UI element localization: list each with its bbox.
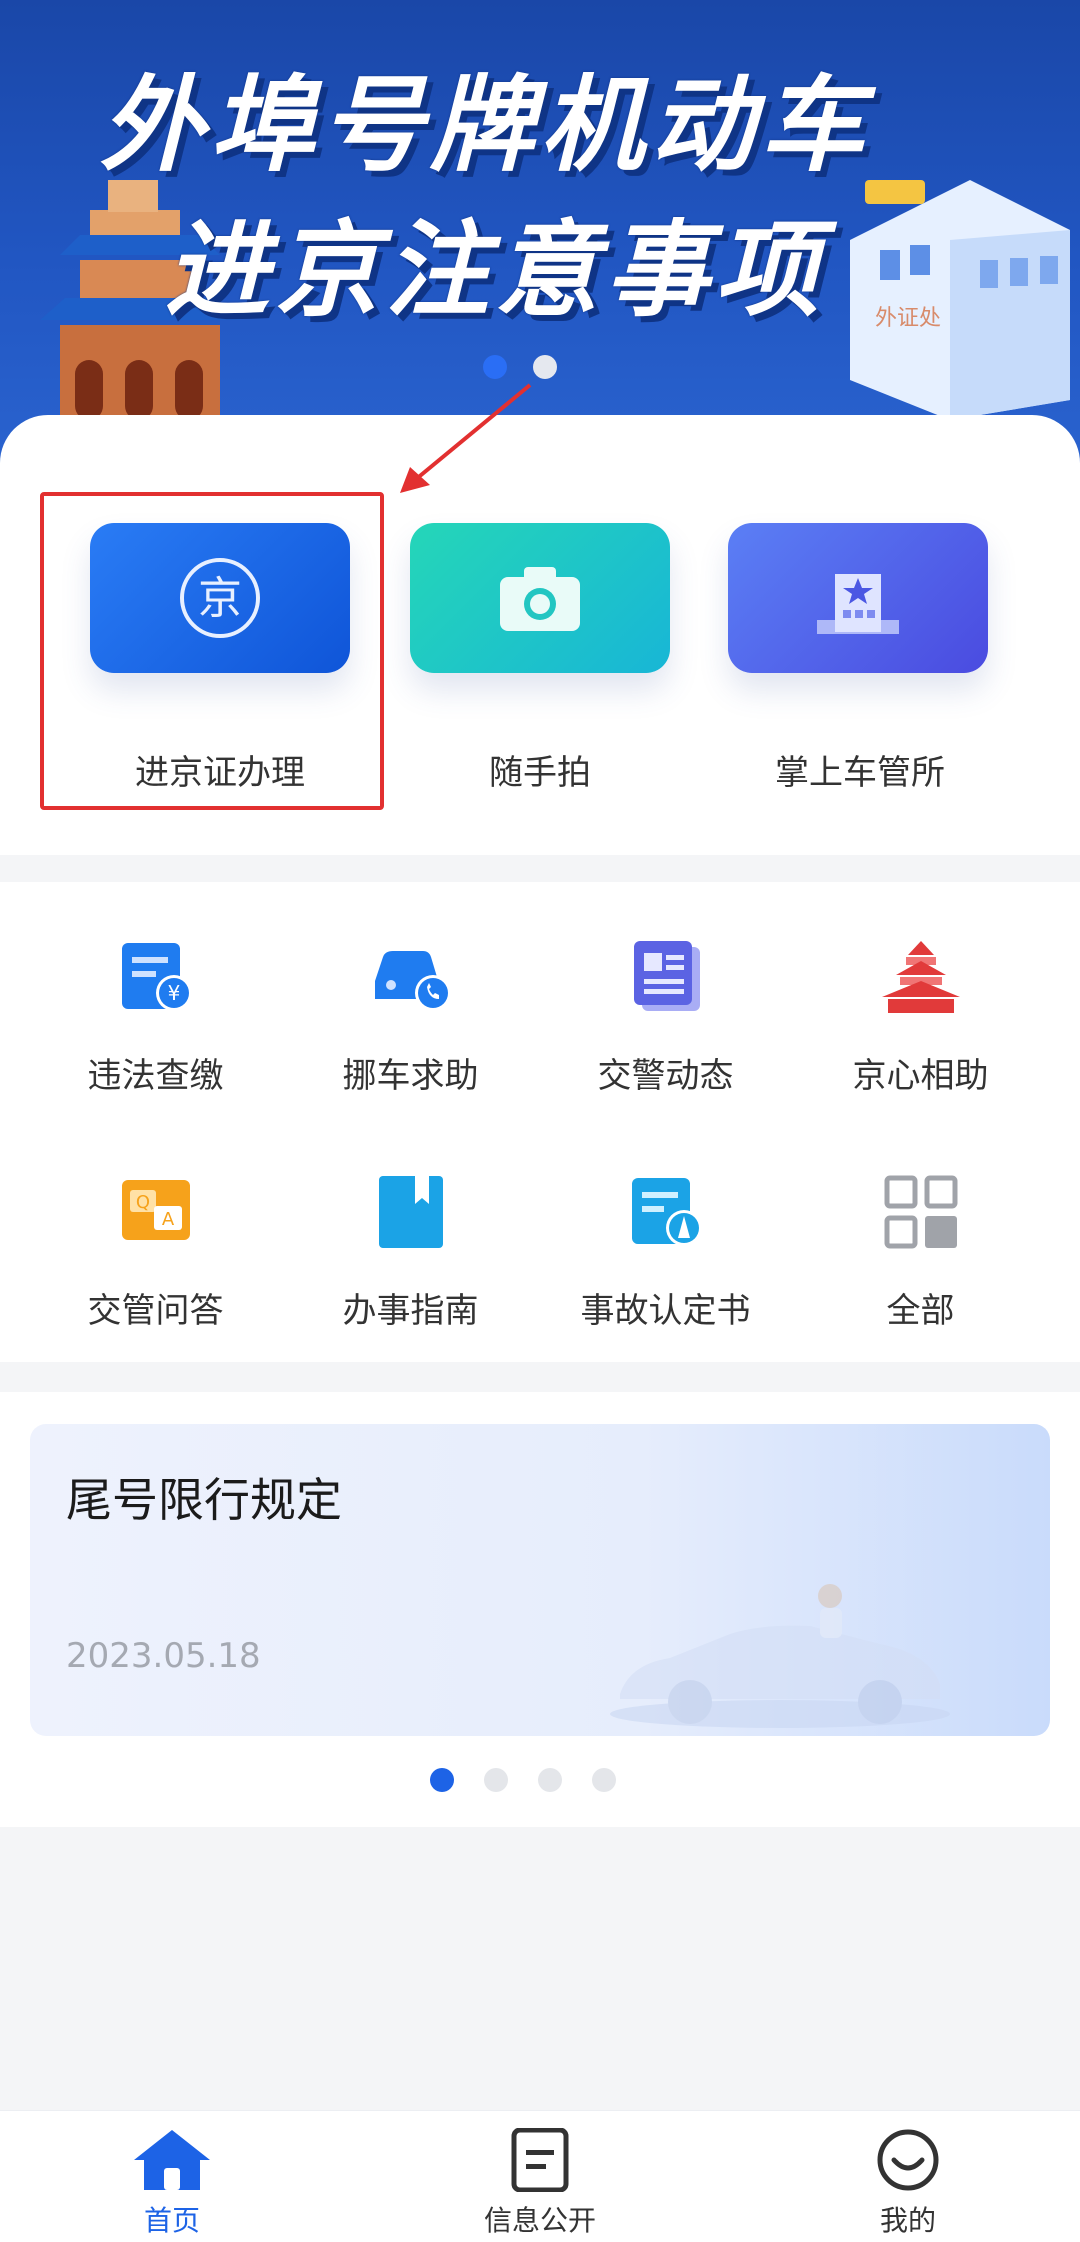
service-weifachajiao[interactable]: ¥ 违法查缴 [28, 932, 283, 1097]
suishoupai-tile[interactable] [410, 523, 670, 673]
notice-dot-1[interactable] [430, 1768, 454, 1792]
zhangshangcheguansuo-label[interactable]: 掌上车管所 [700, 745, 1020, 794]
service-shiguirendingshu[interactable]: 事故认定书 [538, 1167, 793, 1332]
service-jiaojingdongtai[interactable]: 交警动态 [538, 932, 793, 1097]
news-icon [633, 941, 700, 1011]
document-icon [511, 2128, 569, 2192]
notice-dot-4[interactable] [592, 1768, 616, 1792]
accident-doc-icon [631, 1178, 702, 1246]
svg-text:A: A [161, 1209, 174, 1230]
tiantan-temple-icon [881, 941, 960, 1013]
nav-home[interactable]: 首页 [72, 2125, 272, 2239]
nav-mine-label: 我的 [879, 2204, 936, 2237]
office-building-icon [817, 574, 899, 634]
banner-title-line2: 进京注意事项 [165, 209, 826, 331]
nav-info-public[interactable]: 信息公开 [440, 2125, 640, 2239]
grid-all-icon [884, 1175, 957, 1249]
service-jiaoguanwenda[interactable]: Q A 交管问答 [28, 1167, 283, 1332]
qa-icon: Q A [121, 1180, 190, 1240]
svg-text:Q: Q [135, 1192, 149, 1213]
bookmark-guide-icon [378, 1176, 443, 1248]
svg-text:¥: ¥ [167, 981, 180, 1005]
fine-payment-icon: ¥ [121, 943, 192, 1011]
home-icon [134, 2130, 210, 2190]
service-label: 交警动态 [597, 1056, 734, 1096]
service-nuocheqiuzhu[interactable]: 挪车求助 [283, 932, 538, 1097]
services-grid: ¥ 违法查缴 挪车求助 交警动态 京心相助 Q A 交管问答 办事指南 事故认定… [0, 882, 1080, 1362]
service-label: 办事指南 [342, 1291, 479, 1331]
notice-title: 尾号限行规定 [66, 1473, 342, 1527]
zhangshangcheguansuo-tile[interactable] [728, 523, 988, 673]
service-label: 违法查缴 [87, 1056, 224, 1096]
notice-dot-2[interactable] [484, 1768, 508, 1792]
bottom-navigation: 首页 信息公开 我的 [0, 2110, 1080, 2242]
banner-title-line1: 外埠号牌机动车 [100, 64, 871, 186]
notice-pagination [430, 1768, 616, 1792]
service-quanbu[interactable]: 全部 [793, 1167, 1048, 1332]
service-label: 交管问答 [87, 1291, 224, 1331]
car-illustration [610, 1584, 950, 1728]
promo-banner[interactable]: 外证处 外埠号牌机动车 进京注意事项 [0, 0, 1080, 470]
notice-card[interactable]: 尾号限行规定 2023.05.18 [30, 1424, 1050, 1736]
service-label: 挪车求助 [342, 1056, 479, 1096]
nav-mine[interactable]: 我的 [808, 2125, 1008, 2239]
annotation-highlight-box [40, 492, 384, 810]
service-jingxinxiangzhu[interactable]: 京心相助 [793, 932, 1048, 1097]
service-banshizhinan[interactable]: 办事指南 [283, 1167, 538, 1332]
notice-dot-3[interactable] [538, 1768, 562, 1792]
car-call-icon [374, 951, 451, 1011]
smiley-icon [877, 2129, 939, 2191]
annotation-arrow [400, 383, 532, 493]
service-label: 京心相助 [852, 1056, 989, 1096]
nav-home-label: 首页 [143, 2204, 200, 2237]
nav-info-public-label: 信息公开 [483, 2204, 596, 2237]
service-label: 全部 [886, 1291, 955, 1331]
service-label: 事故认定书 [580, 1291, 751, 1331]
notice-date: 2023.05.18 [66, 1636, 261, 1676]
camera-icon [500, 567, 580, 631]
notice-carousel-section: 尾号限行规定 2023.05.18 [0, 1392, 1080, 1827]
suishoupai-label[interactable]: 随手拍 [380, 745, 700, 794]
